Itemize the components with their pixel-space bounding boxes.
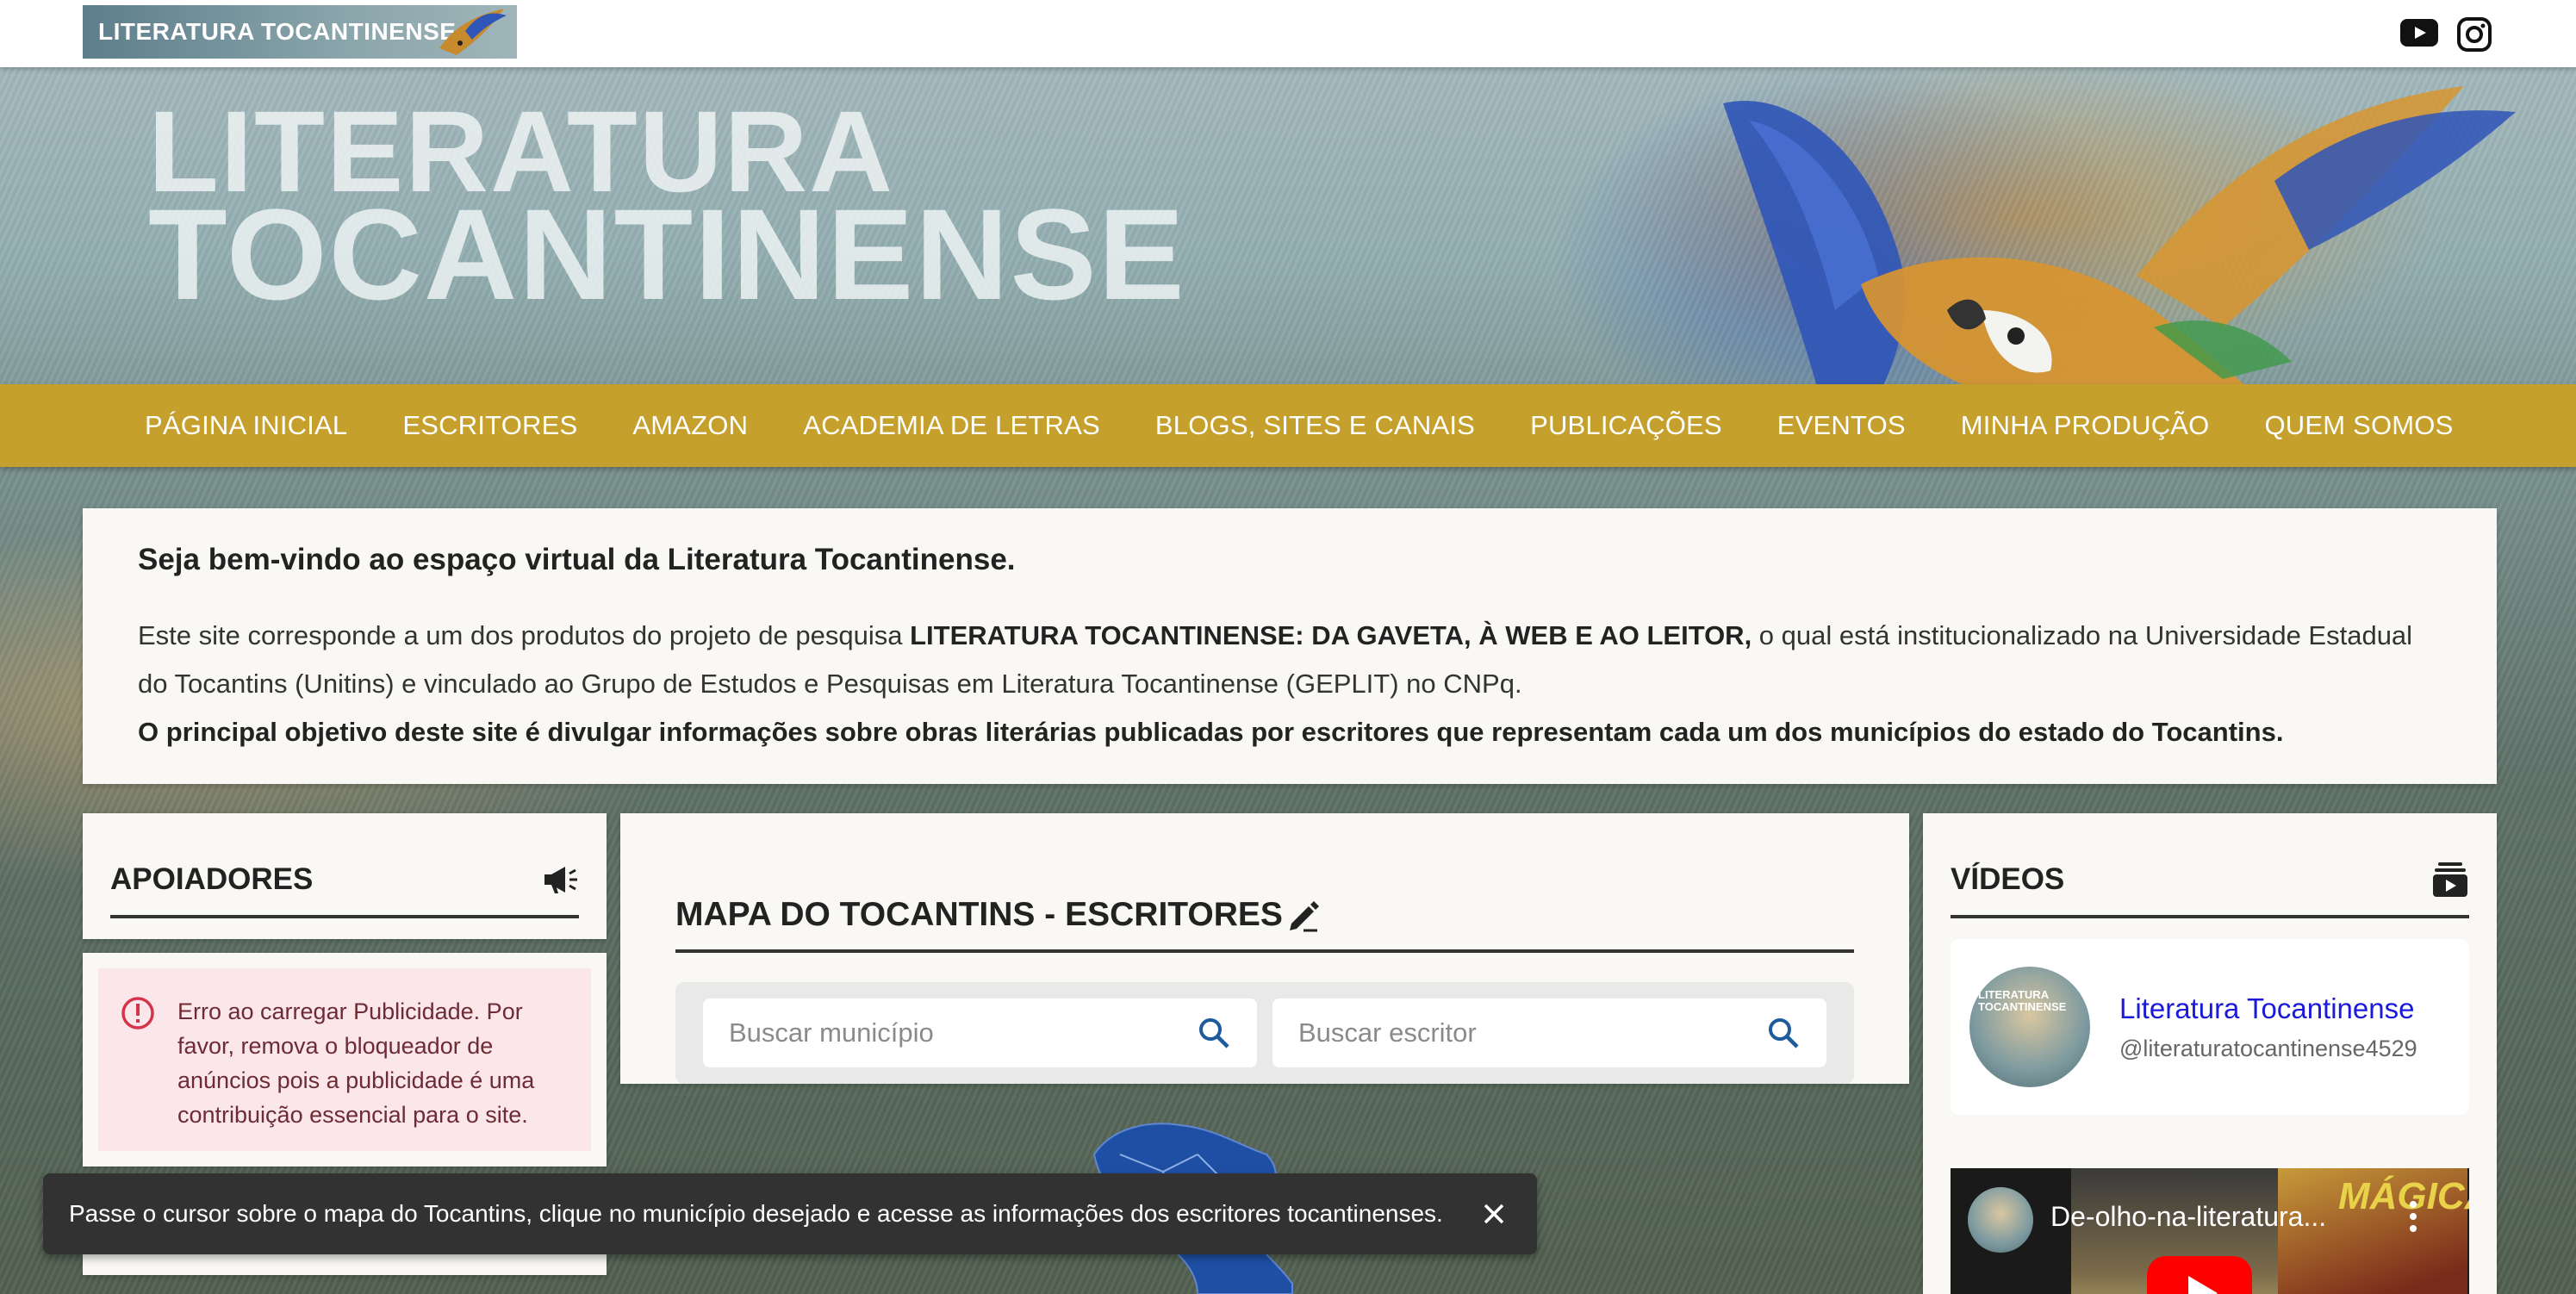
channel-name-link[interactable]: Literatura Tocantinense (2119, 992, 2417, 1025)
youtube-icon (2400, 19, 2438, 47)
video-library-icon (2433, 862, 2467, 897)
nav-item-amazon[interactable]: AMAZON (632, 410, 748, 441)
welcome-title: Seja bem-vindo ao espaço virtual da Lite… (138, 543, 1016, 576)
nav-item-blogs-sites-canais[interactable]: BLOGS, SITES E CANAIS (1155, 410, 1475, 441)
play-button[interactable] (2147, 1256, 2252, 1294)
more-vertical-icon[interactable] (2409, 1199, 2417, 1234)
welcome-description: Este site corresponde a um dos produtos … (138, 612, 2442, 708)
advertising-panel: Erro ao carregar Publicidade. Por favor,… (83, 953, 607, 1166)
nav-item-escritores[interactable]: ESCRITORES (402, 410, 577, 441)
instagram-icon (2457, 17, 2492, 52)
apoiadores-header: APOIADORES (110, 858, 579, 918)
play-icon (2188, 1276, 2218, 1294)
instagram-link[interactable] (2455, 16, 2493, 53)
welcome-panel: Seja bem-vindo ao espaço virtual da Lite… (83, 508, 2497, 784)
videos-panel: VÍDEOS LITERATURA TOCANTINENSE Literatur… (1923, 813, 2497, 1294)
nav-item-publicacoes[interactable]: PUBLICAÇÕES (1530, 410, 1722, 441)
megaphone-icon (544, 867, 577, 893)
snackbar-message: Passe o cursor sobre o mapa do Tocantins… (69, 1200, 1443, 1227)
search-row (675, 982, 1854, 1084)
video-embed[interactable]: MÁGICA De-olho-na-literatura... (1951, 1168, 2469, 1294)
hero-title: LITERATURA TOCANTINENSE (148, 95, 1186, 327)
logo-text: LITERATURA TOCANTINENSE (98, 18, 457, 45)
mapa-header: MAPA DO TOCANTINS - ESCRITORES (675, 858, 1854, 953)
channel-info: Literatura Tocantinense @literaturatocan… (2119, 992, 2417, 1062)
search-icon[interactable] (1197, 1016, 1231, 1050)
channel-handle: @literaturatocantinense4529 (2119, 1035, 2417, 1061)
welcome-objective: O principal objetivo deste site é divulg… (138, 717, 2284, 747)
ad-error-alert: Erro ao carregar Publicidade. Por favor,… (98, 968, 591, 1151)
video-channel-avatar (1968, 1187, 2033, 1253)
apoiadores-title: APOIADORES (110, 862, 314, 896)
escritor-search-input[interactable] (1298, 1017, 1701, 1048)
nav-item-academia-de-letras[interactable]: ACADEMIA DE LETRAS (803, 410, 1100, 441)
apoiadores-panel: APOIADORES (83, 813, 607, 939)
main-nav: PÁGINA INICIAL ESCRITORES AMAZON ACADEMI… (0, 384, 2576, 467)
channel-avatar: LITERATURA TOCANTINENSE (1969, 967, 2090, 1087)
pen-icon (1289, 901, 1319, 932)
nav-item-minha-producao[interactable]: MINHA PRODUÇÃO (1961, 410, 2210, 441)
nav-item-eventos[interactable]: EVENTOS (1777, 410, 1906, 441)
videos-header: VÍDEOS (1951, 858, 2469, 918)
search-icon[interactable] (1766, 1016, 1801, 1050)
mapa-title: MAPA DO TOCANTINS - ESCRITORES (675, 896, 1283, 933)
ad-error-message: Erro ao carregar Publicidade. Por favor,… (177, 998, 535, 1128)
site-logo[interactable]: LITERATURA TOCANTINENSE (83, 5, 517, 59)
channel-avatar-text: LITERATURA TOCANTINENSE (1978, 988, 2067, 1013)
municipio-search (703, 998, 1257, 1067)
hero-title-line2: TOCANTINENSE (148, 182, 1186, 327)
video-title[interactable]: De-olho-na-literatura... (2050, 1201, 2326, 1233)
escritor-search (1272, 998, 1826, 1067)
nav-item-quem-somos[interactable]: QUEM SOMOS (2264, 410, 2453, 441)
welcome-project-name: LITERATURA TOCANTINENSE: DA GAVETA, À WE… (910, 620, 1752, 650)
top-bar: LITERATURA TOCANTINENSE (0, 0, 2576, 67)
youtube-link[interactable] (2400, 16, 2438, 50)
municipio-search-input[interactable] (729, 1017, 1131, 1048)
macaw-logo-icon (439, 9, 507, 55)
youtube-channel-card[interactable]: LITERATURA TOCANTINENSE Literatura Tocan… (1951, 939, 2469, 1115)
welcome-text-intro: Este site corresponde a um dos produtos … (138, 620, 911, 650)
close-icon (1484, 1204, 1504, 1224)
nav-item-pagina-inicial[interactable]: PÁGINA INICIAL (145, 410, 347, 441)
mapa-panel: MAPA DO TOCANTINS - ESCRITORES (620, 813, 1909, 1084)
alert-circle-icon (121, 997, 154, 1030)
instruction-snackbar: Passe o cursor sobre o mapa do Tocantins… (43, 1173, 1537, 1254)
snackbar-close-button[interactable] (1477, 1197, 1511, 1231)
videos-title: VÍDEOS (1951, 862, 2065, 896)
